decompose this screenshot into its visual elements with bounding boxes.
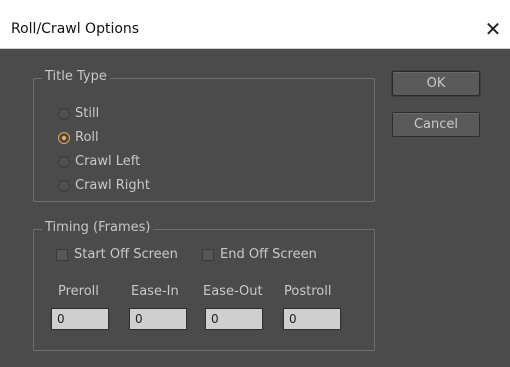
preroll-input[interactable]: 0 [51,308,109,330]
start-off-screen-checkbox[interactable]: Start Off Screen [56,247,178,262]
radio-roll-indicator[interactable] [58,131,70,144]
ok-button[interactable]: OK [391,70,481,97]
radio-crawl-right-label: Crawl Right [75,178,150,193]
title-bar: Roll/Crawl Options ✕ [0,0,510,49]
start-off-screen-box[interactable] [56,248,68,261]
end-off-screen-label: End Off Screen [220,247,317,262]
radio-crawl-right-indicator[interactable] [58,179,70,192]
radio-still-indicator[interactable] [58,107,70,120]
radio-still[interactable]: Still [58,106,99,121]
radio-crawl-left[interactable]: Crawl Left [58,154,140,169]
postroll-input[interactable]: 0 [283,308,341,330]
timing-label: Timing (Frames) [42,220,154,235]
end-off-screen-checkbox[interactable]: End Off Screen [202,247,317,262]
ease-in-label: Ease-In [131,284,179,299]
title-type-label: Title Type [42,69,110,84]
window-title: Roll/Crawl Options [11,21,140,37]
dialog-body: Title Type Still Roll Crawl Left Crawl R… [0,49,510,367]
preroll-label: Preroll [58,284,99,299]
radio-crawl-left-label: Crawl Left [75,154,141,169]
timing-group: Timing (Frames) Start Off Screen End Off… [33,220,375,351]
radio-roll[interactable]: Roll [58,130,99,145]
ease-out-input[interactable]: 0 [205,308,263,330]
cancel-button[interactable]: Cancel [392,112,480,137]
title-type-group: Title Type Still Roll Crawl Left Crawl R… [33,69,375,202]
close-icon[interactable]: ✕ [480,16,506,42]
postroll-label: Postroll [284,284,332,299]
end-off-screen-box[interactable] [202,248,214,261]
ease-out-label: Ease-Out [203,284,263,299]
radio-crawl-right[interactable]: Crawl Right [58,178,150,193]
radio-roll-label: Roll [75,130,99,145]
radio-still-label: Still [75,106,100,121]
start-off-screen-label: Start Off Screen [74,247,178,262]
radio-crawl-left-indicator[interactable] [58,155,70,168]
ease-in-input[interactable]: 0 [129,308,187,330]
